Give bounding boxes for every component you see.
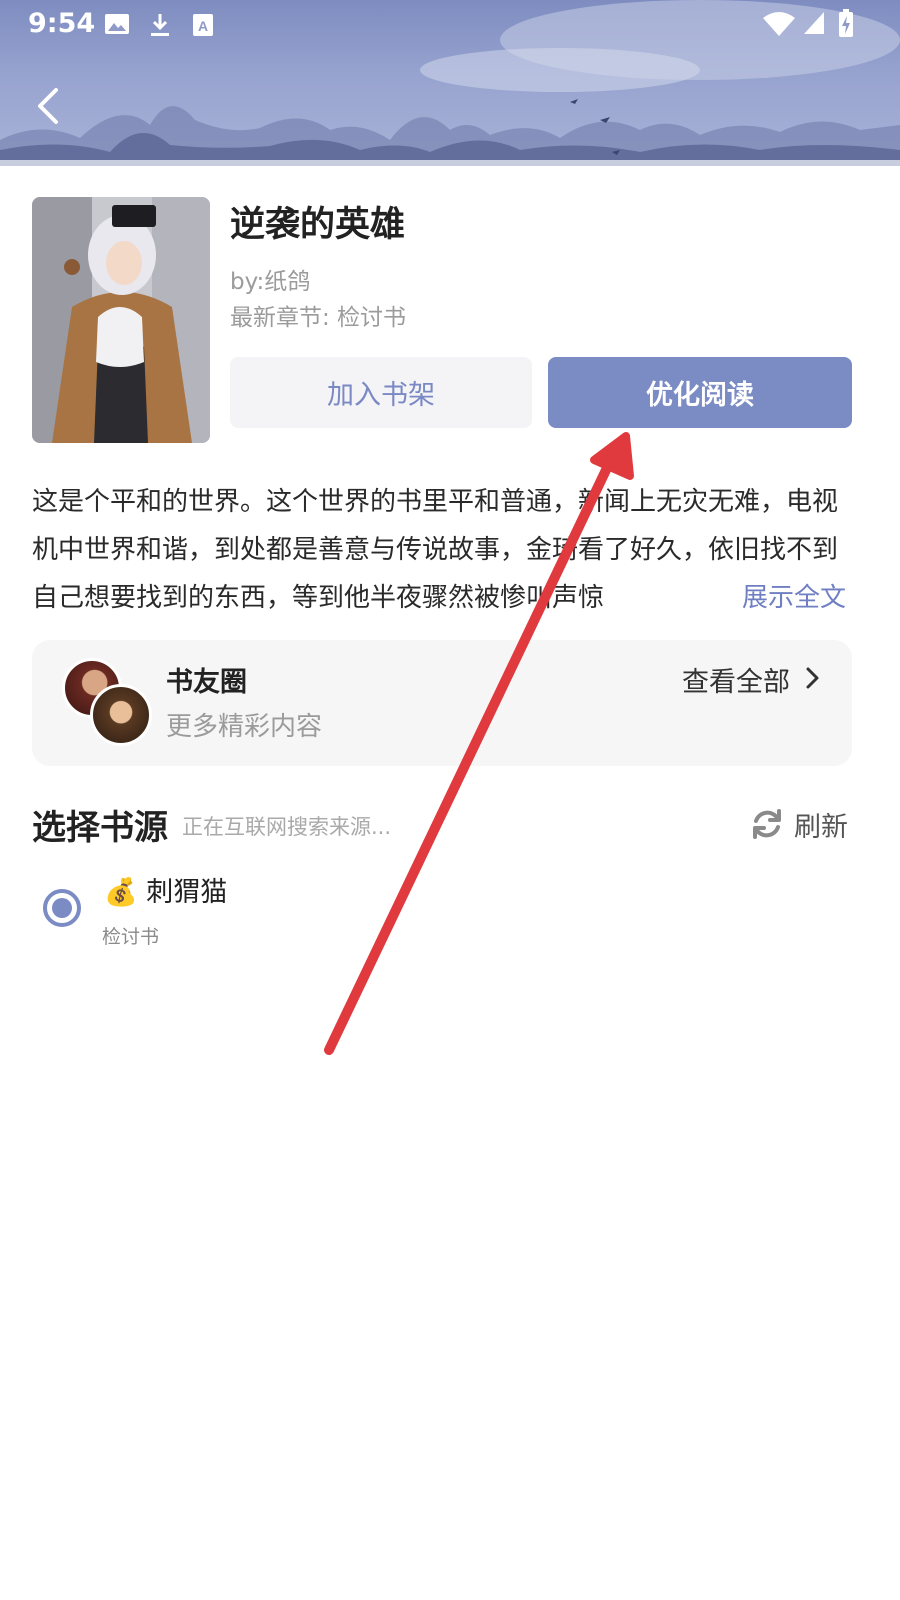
show-full-text-link[interactable]: 展示全文	[718, 574, 847, 622]
source-heading: 选择书源	[32, 808, 168, 848]
circle-subtitle: 更多精彩内容	[166, 712, 323, 742]
chevron-right-icon	[806, 667, 819, 689]
download-icon	[151, 14, 169, 36]
source-latest-chapter: 检讨书	[102, 926, 160, 948]
back-arrow-icon	[38, 88, 58, 124]
header-banner: 9:54 A	[0, 0, 900, 166]
book-cover-image[interactable]	[32, 197, 210, 443]
battery-icon	[839, 9, 853, 37]
money-bag-icon: 💰	[104, 877, 138, 908]
view-all-link[interactable]: 查看全部	[682, 660, 790, 699]
book-circle-card[interactable]: 书友圈 更多精彩内容 查看全部	[32, 640, 852, 766]
add-to-shelf-button[interactable]: 加入书架	[230, 357, 532, 428]
status-bar: 9:54 A	[0, 0, 900, 48]
avatar	[90, 684, 152, 746]
svg-text:A: A	[198, 18, 208, 34]
circle-title: 书友圈	[166, 667, 247, 698]
source-name: 💰 刺猬猫	[104, 870, 227, 909]
radio-selected-icon[interactable]	[42, 888, 82, 928]
refresh-button[interactable]: 刷新	[750, 804, 848, 844]
book-author[interactable]: by:纸鸽	[230, 262, 310, 296]
source-list-item[interactable]: 💰 刺猬猫 检讨书	[40, 868, 840, 958]
source-search-status: 正在互联网搜索来源...	[182, 815, 392, 839]
book-title: 逆袭的英雄	[230, 205, 406, 245]
refresh-label: 刷新	[794, 811, 848, 843]
signal-icon	[804, 12, 824, 34]
optimize-read-button[interactable]: 优化阅读	[548, 357, 852, 428]
wifi-icon	[763, 12, 795, 36]
back-button[interactable]	[28, 82, 72, 130]
refresh-icon	[753, 809, 781, 839]
status-time: 9:54	[28, 8, 96, 39]
font-icon: A	[193, 14, 213, 36]
latest-chapter[interactable]: 最新章节: 检讨书	[230, 298, 406, 332]
source-name-label: 刺猬猫	[146, 877, 228, 908]
image-icon	[105, 14, 129, 34]
